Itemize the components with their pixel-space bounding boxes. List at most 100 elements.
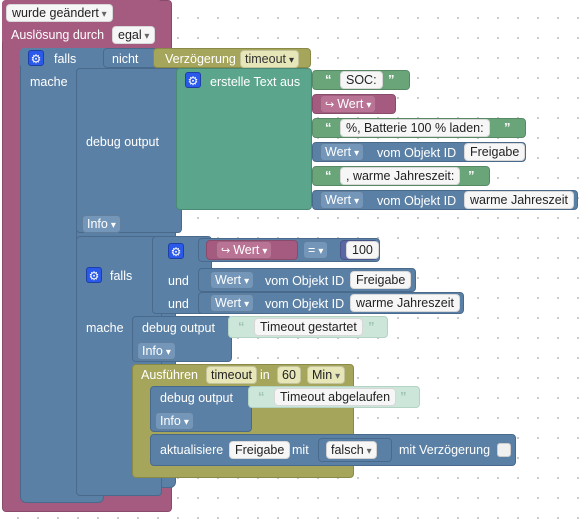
get-value-dropdown-3[interactable]: Wert ▾ (210, 271, 255, 289)
text-field-timeout-started[interactable]: Timeout gestartet (254, 318, 363, 336)
object-warme-value-2: warme Jahreszeit (356, 296, 454, 310)
ausloesung-dropdown[interactable]: egal ▾ (112, 26, 156, 44)
update-mit-label: mit (292, 443, 309, 457)
gear-icon[interactable]: ⚙ (185, 72, 201, 88)
get-value-wert-4: Wert (215, 296, 242, 310)
text-field-batterie[interactable]: %, Batterie 100 % laden: (340, 119, 490, 137)
debug-level-value-1: Info (87, 217, 108, 231)
chevron-down-icon: ▾ (244, 299, 250, 310)
bool-dropdown[interactable]: falsch ▾ (326, 441, 377, 459)
debug-level-dropdown-3[interactable]: Info ▾ (155, 412, 194, 430)
object-freigabe-value-1: Freigabe (470, 145, 520, 159)
delay-check-value: timeout (245, 52, 286, 66)
quote-icon: ” (468, 168, 475, 183)
variable-wert-value: Wert (337, 97, 364, 111)
timeout-unit-value: Min (312, 368, 333, 382)
debug-level-dropdown-2[interactable]: Info ▾ (137, 342, 176, 360)
create-text-label: erstelle Text aus (210, 75, 301, 89)
text-field-timeout-expired[interactable]: Timeout abgelaufen (274, 388, 397, 406)
timeout-name-value: timeout (211, 368, 252, 382)
debug-output-block-1[interactable] (76, 68, 182, 233)
if-falls-label: falls (54, 52, 77, 66)
debug-output-label-3: debug output (160, 391, 233, 405)
chevron-down-icon: ▾ (244, 276, 250, 287)
trigger-mode-dropdown[interactable]: wurde geändert ▾ (6, 4, 113, 22)
update-delay-label: mit Verzögerung (399, 443, 491, 457)
chevron-down-icon: ▾ (110, 220, 116, 231)
and-label-2: und (168, 297, 189, 311)
ausfuehren-label: Ausführen (141, 368, 198, 382)
timeout-in-label: in (260, 368, 270, 382)
gear-icon[interactable]: ⚙ (28, 50, 44, 66)
text-soc-value: SOC: (346, 73, 377, 87)
number-field[interactable]: 100 (346, 241, 379, 259)
inner-if-mache-label: mache (86, 321, 124, 335)
vom-objekt-id-label-4: vom Objekt ID (265, 297, 345, 311)
update-object-field[interactable]: Freigabe (229, 441, 291, 459)
number-value: 100 (352, 243, 373, 257)
compare-variable-dropdown[interactable]: ↪ Wert ▾ (216, 241, 273, 259)
quote-icon: ” (368, 319, 375, 334)
chevron-down-icon: ▾ (366, 100, 372, 111)
chevron-down-icon: ▾ (335, 371, 341, 382)
debug-output-label-2: debug output (142, 321, 215, 335)
chevron-down-icon: ▾ (289, 55, 295, 66)
if-mache-label: mache (30, 75, 68, 89)
text-batterie-value: %, Batterie 100 % laden: (346, 121, 484, 135)
text-field-soc[interactable]: SOC: (340, 71, 383, 89)
text-field-warme[interactable]: , warme Jahreszeit: (340, 167, 461, 185)
quote-icon: ” (400, 389, 407, 404)
get-value-dropdown-1[interactable]: Wert ▾ (320, 143, 365, 161)
quote-icon: “ (325, 120, 332, 135)
delay-check-dropdown[interactable]: timeout ▾ (240, 50, 300, 68)
delay-checkbox[interactable] (497, 443, 511, 457)
timeout-unit-dropdown[interactable]: Min ▾ (307, 366, 346, 384)
chevron-down-icon: ▾ (165, 347, 171, 358)
timeout-name-field[interactable]: timeout (206, 366, 257, 384)
debug-level-value-3: Info (160, 414, 181, 428)
get-value-wert-3: Wert (215, 273, 242, 287)
quote-icon: “ (238, 319, 245, 334)
and-label-1: und (168, 274, 189, 288)
get-value-dropdown-2[interactable]: Wert ▾ (320, 191, 365, 209)
quote-icon: “ (325, 168, 332, 183)
variable-dropdown-wert[interactable]: ↪ Wert ▾ (320, 95, 377, 113)
object-warme-value-1: warme Jahreszeit (470, 193, 568, 207)
chevron-down-icon: ▾ (354, 196, 360, 207)
vom-objekt-id-label-1: vom Objekt ID (377, 146, 457, 160)
chevron-down-icon: ▾ (183, 417, 189, 428)
chevron-down-icon: ▾ (354, 148, 360, 159)
update-object-value: Freigabe (235, 443, 285, 457)
bool-value: falsch (331, 443, 364, 457)
object-id-field-warme-2[interactable]: warme Jahreszeit (350, 294, 460, 312)
trigger-mode-label: wurde geändert (12, 6, 99, 20)
debug-level-value-2: Info (142, 344, 163, 358)
compare-variable-value: Wert (233, 243, 260, 257)
variable-arrow-icon: ↪ (221, 245, 231, 257)
ausloesung-label: Auslösung durch (11, 28, 105, 42)
gear-icon[interactable]: ⚙ (86, 267, 102, 283)
variable-arrow-icon: ↪ (325, 99, 335, 111)
get-value-dropdown-4[interactable]: Wert ▾ (210, 294, 255, 312)
gear-icon[interactable]: ⚙ (168, 243, 184, 259)
text-warme-value: , warme Jahreszeit: (346, 169, 455, 183)
vom-objekt-id-label-3: vom Objekt ID (265, 274, 345, 288)
chevron-down-icon: ▾ (366, 446, 372, 457)
quote-icon: “ (325, 72, 332, 87)
text-timeout-started-value: Timeout gestartet (260, 320, 357, 334)
get-value-wert-1: Wert (325, 145, 352, 159)
quote-icon: “ (258, 389, 265, 404)
ausloesung-value: egal (118, 28, 142, 42)
object-id-field-freigabe-1[interactable]: Freigabe (464, 143, 526, 161)
not-label: nicht (112, 52, 139, 66)
object-freigabe-value-2: Freigabe (356, 273, 406, 287)
compare-operator-dropdown[interactable]: = ▾ (303, 241, 329, 259)
timeout-duration-field[interactable]: 60 (277, 366, 301, 384)
object-id-field-warme-1[interactable]: warme Jahreszeit (464, 191, 574, 209)
chevron-down-icon: ▾ (98, 9, 107, 20)
object-id-field-freigabe-2[interactable]: Freigabe (350, 271, 412, 289)
timeout-duration-value: 60 (282, 368, 296, 382)
vom-objekt-id-label-2: vom Objekt ID (377, 194, 457, 208)
debug-level-dropdown-1[interactable]: Info ▾ (82, 215, 121, 233)
quote-icon: ” (504, 120, 511, 135)
